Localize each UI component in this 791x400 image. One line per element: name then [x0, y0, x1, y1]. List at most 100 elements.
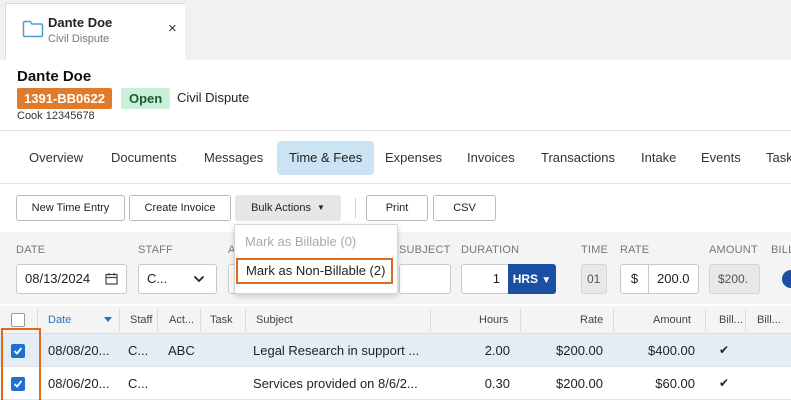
tab-tasks[interactable]: Task — [754, 141, 791, 175]
column-header-amount[interactable]: Amount — [653, 306, 691, 334]
cell-rate: $200.00 — [556, 376, 603, 391]
subject-input[interactable] — [399, 264, 451, 294]
rate-label: RATE — [620, 244, 650, 256]
case-reference: Cook 12345678 — [17, 110, 95, 122]
column-divider[interactable] — [613, 309, 614, 331]
cell-amount: $60.00 — [655, 376, 695, 391]
cell-hours: 2.00 — [484, 343, 510, 358]
duration-input[interactable]: 1 — [461, 264, 509, 294]
case-name: Dante Doe — [17, 68, 92, 85]
column-header-activity[interactable]: Act... — [169, 306, 194, 334]
bulk-actions-label: Bulk Actions — [251, 202, 311, 214]
staff-select[interactable]: C... — [138, 264, 217, 294]
cell-hours: 0.30 — [484, 376, 510, 391]
column-divider[interactable] — [157, 309, 158, 331]
cell-rate: $200.00 — [556, 343, 603, 358]
chevron-down-icon — [193, 275, 205, 283]
close-icon[interactable]: × — [168, 21, 177, 36]
rate-currency: $ — [620, 264, 649, 294]
amount-label: AMOUNT — [709, 244, 758, 256]
case-tab[interactable]: Dante Doe Civil Dispute × — [5, 3, 185, 60]
column-divider[interactable] — [119, 309, 120, 331]
column-header-task[interactable]: Task — [210, 306, 233, 334]
column-divider[interactable] — [200, 309, 201, 331]
tab-time-fees[interactable]: Time & Fees — [277, 141, 375, 175]
tab-expenses[interactable]: Expenses — [373, 141, 454, 175]
table-row[interactable]: 08/08/20... C... ABC Legal Research in s… — [0, 334, 791, 367]
cell-staff: C... — [128, 343, 149, 358]
tab-intake[interactable]: Intake — [629, 141, 688, 175]
duration-unit-label: HRS — [512, 272, 539, 286]
toolbar-separator — [355, 198, 356, 218]
tab-title: Dante Doe — [48, 15, 113, 30]
tab-subtitle: Civil Dispute — [48, 33, 110, 45]
cell-date: 08/08/20... — [48, 343, 110, 358]
cell-activity: ABC — [168, 343, 195, 358]
csv-button[interactable]: CSV — [433, 195, 496, 221]
amount-field: $200. — [709, 264, 760, 294]
tab-strip: Dante Doe Civil Dispute × — [0, 0, 791, 60]
cell-staff: C... — [128, 376, 149, 391]
duration-value: 1 — [492, 271, 500, 286]
bulk-actions-menu: Mark as Billable (0) Mark as Non-Billabl… — [234, 224, 398, 294]
new-time-entry-button[interactable]: New Time Entry — [16, 195, 125, 221]
sort-desc-icon[interactable] — [104, 317, 112, 323]
select-all-checkbox[interactable] — [11, 313, 25, 327]
divider — [0, 130, 791, 131]
column-header-billed[interactable]: Bill... — [757, 306, 781, 334]
checkbox-highlight — [1, 328, 41, 400]
subject-label: SUBJECT — [399, 244, 451, 256]
column-divider[interactable] — [245, 309, 246, 331]
column-header-date[interactable]: Date — [48, 306, 71, 334]
checkmark-icon: ✔ — [719, 376, 730, 390]
column-divider[interactable] — [705, 309, 706, 331]
cell-amount: $400.00 — [648, 343, 695, 358]
date-label: DATE — [16, 244, 46, 256]
divider — [0, 183, 791, 184]
time-field: 01 — [581, 264, 607, 294]
tab-events[interactable]: Events — [689, 141, 753, 175]
column-divider[interactable] — [520, 309, 521, 331]
column-divider[interactable] — [745, 309, 746, 331]
checkmark-icon: ✔ — [719, 343, 730, 357]
menu-item-mark-non-billable[interactable]: Mark as Non-Billable (2) — [236, 258, 393, 284]
time-label: TIME — [581, 244, 609, 256]
column-header-hours[interactable]: Hours — [479, 306, 508, 334]
staff-value: C... — [147, 271, 168, 286]
create-invoice-button[interactable]: Create Invoice — [129, 195, 231, 221]
column-header-staff[interactable]: Staff — [130, 306, 152, 334]
rate-input[interactable]: 200.0 — [648, 264, 699, 294]
date-value: 08/13/2024 — [25, 271, 91, 286]
duration-label: DURATION — [461, 244, 520, 256]
billable-label: BILL — [771, 244, 791, 256]
dollar-icon: $ — [630, 271, 639, 286]
tab-overview[interactable]: Overview — [17, 141, 95, 175]
tab-documents[interactable]: Documents — [99, 141, 189, 175]
case-type: Civil Dispute — [177, 90, 250, 105]
menu-item-mark-billable: Mark as Billable (0) — [245, 234, 357, 249]
case-number-badge: 1391-BB0622 — [17, 88, 112, 109]
status-badge: Open — [121, 88, 171, 109]
caret-down-icon: ▼ — [541, 275, 552, 286]
column-header-subject[interactable]: Subject — [256, 306, 293, 334]
print-button[interactable]: Print — [366, 195, 428, 221]
cell-subject: Services provided on 8/6/2... — [253, 376, 418, 391]
column-header-billable[interactable]: Bill... — [719, 306, 743, 334]
cell-subject: Legal Research in support ... — [253, 343, 420, 358]
column-header-rate[interactable]: Rate — [580, 306, 603, 334]
caret-down-icon: ▼ — [317, 203, 325, 212]
table-row[interactable]: 08/06/20... C... Services provided on 8/… — [0, 367, 791, 400]
tab-invoices[interactable]: Invoices — [455, 141, 527, 175]
column-divider[interactable] — [430, 309, 431, 331]
duration-unit-dropdown[interactable]: HRS ▼ — [508, 264, 556, 294]
folder-icon — [22, 20, 44, 38]
calendar-icon[interactable] — [105, 272, 118, 285]
rate-value: 200.0 — [657, 271, 690, 286]
tab-messages[interactable]: Messages — [192, 141, 275, 175]
cell-date: 08/06/20... — [48, 376, 110, 391]
tab-transactions[interactable]: Transactions — [529, 141, 627, 175]
time-value: 01 — [587, 272, 601, 286]
staff-label: STAFF — [138, 244, 174, 256]
bulk-actions-button[interactable]: Bulk Actions ▼ — [235, 195, 341, 221]
amount-value: $200. — [718, 272, 749, 286]
